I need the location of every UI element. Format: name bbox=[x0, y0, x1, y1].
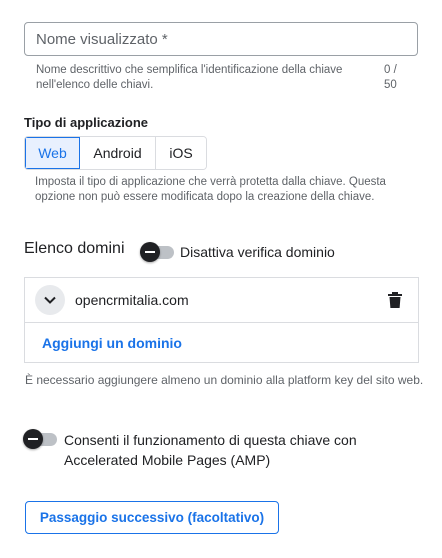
disable-domain-verification-label: Disattiva verifica dominio bbox=[180, 244, 335, 260]
domain-requirement-hint: È necessario aggiungere almeno un domini… bbox=[25, 373, 424, 387]
delete-domain-button[interactable] bbox=[387, 291, 403, 309]
character-counter: 0 / 50 bbox=[384, 64, 397, 91]
app-type-web-button[interactable]: Web bbox=[25, 137, 80, 169]
display-name-input[interactable] bbox=[25, 23, 417, 55]
display-name-field[interactable] bbox=[24, 22, 418, 56]
toggle-thumb bbox=[140, 242, 160, 262]
app-type-android-button[interactable]: Android bbox=[80, 137, 156, 169]
app-type-selector: Web Android iOS bbox=[24, 136, 207, 170]
domain-name: opencrmitalia.com bbox=[75, 292, 189, 308]
domain-list-item: opencrmitalia.com bbox=[25, 278, 418, 323]
next-step-button[interactable]: Passaggio successivo (facoltativo) bbox=[25, 501, 279, 534]
chevron-down-icon bbox=[44, 296, 56, 304]
expand-domain-button[interactable] bbox=[35, 285, 65, 315]
amp-toggle-label: Consenti il funzionamento di questa chia… bbox=[64, 432, 357, 468]
toggle-thumb bbox=[23, 429, 43, 449]
display-name-hint: Nome descrittivo che semplifica l'identi… bbox=[36, 64, 343, 91]
amp-toggle[interactable] bbox=[23, 429, 59, 449]
disable-domain-verification-toggle[interactable] bbox=[140, 242, 176, 262]
app-type-label: Tipo di applicazione bbox=[24, 115, 148, 130]
domain-list-title: Elenco domini bbox=[24, 240, 125, 257]
trash-icon bbox=[388, 292, 402, 308]
domain-list: opencrmitalia.com Aggiungi un dominio bbox=[24, 277, 419, 363]
add-domain-link[interactable]: Aggiungi un dominio bbox=[42, 335, 182, 351]
app-type-ios-button[interactable]: iOS bbox=[156, 137, 206, 169]
app-type-hint: Imposta il tipo di applicazione che verr… bbox=[35, 176, 386, 203]
